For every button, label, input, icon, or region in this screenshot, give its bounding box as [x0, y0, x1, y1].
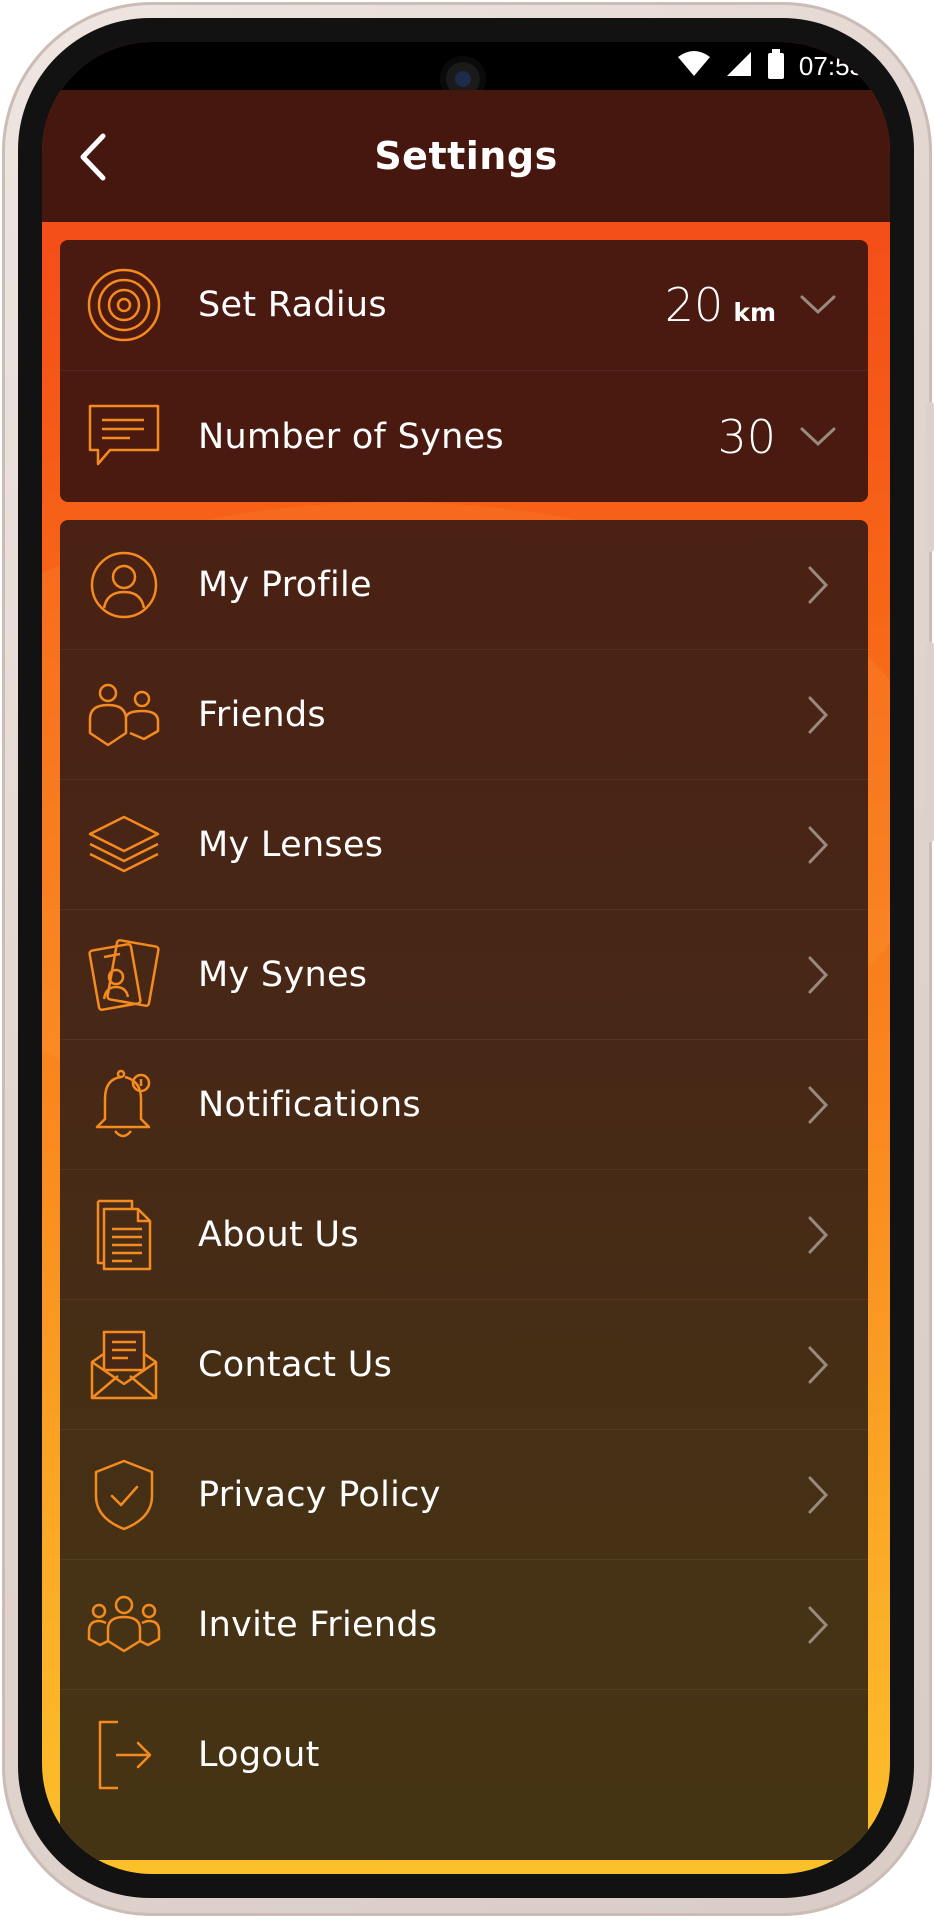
chevron-right-icon	[798, 1085, 838, 1125]
menu-item-logout[interactable]: Logout	[60, 1690, 868, 1820]
chevron-right-icon	[798, 825, 838, 865]
battery-icon	[767, 49, 785, 83]
shield-check-icon	[86, 1457, 162, 1533]
cell-signal-icon	[725, 50, 753, 82]
menu-item-friends[interactable]: Friends	[60, 650, 868, 780]
mail-icon	[86, 1327, 162, 1403]
radius-unit: km	[733, 298, 776, 327]
page-title: Settings	[374, 134, 558, 178]
menu-card: My Profile Friends My Lenses My Synes No…	[60, 520, 868, 1860]
set-radius-row[interactable]: Set Radius 20 km	[60, 240, 868, 371]
menu-item-label: About Us	[198, 1214, 359, 1255]
menu-item-privacy-policy[interactable]: Privacy Policy	[60, 1430, 868, 1560]
document-icon	[86, 1197, 162, 1273]
radius-target-icon	[86, 267, 162, 343]
layers-icon	[86, 807, 162, 883]
menu-item-label: Invite Friends	[198, 1604, 438, 1645]
menu-item-label: Notifications	[198, 1084, 421, 1125]
menu-item-invite-friends[interactable]: Invite Friends	[60, 1560, 868, 1690]
menu-item-contact-us[interactable]: Contact Us	[60, 1300, 868, 1430]
synes-number: 30	[717, 409, 776, 464]
chevron-right-icon	[798, 1345, 838, 1385]
status-time: 07:53	[798, 50, 864, 81]
menu-item-my-profile[interactable]: My Profile	[60, 520, 868, 650]
number-of-synes-label: Number of Synes	[198, 416, 504, 457]
screen: 07:53 Settings Set Radius 20 km Number o…	[42, 42, 890, 1874]
radius-value: 20 km	[665, 278, 776, 332]
volume-button	[926, 402, 934, 552]
synes-value: 30	[717, 410, 776, 464]
chevron-right-icon	[798, 955, 838, 995]
quick-settings-card: Set Radius 20 km Number of Synes 30	[60, 240, 868, 502]
menu-item-label: Friends	[198, 694, 326, 735]
user-icon	[86, 547, 162, 623]
chat-bubble-icon	[86, 399, 162, 475]
menu-item-label: My Lenses	[198, 824, 384, 865]
menu-item-label: Contact Us	[198, 1344, 393, 1385]
cards-icon	[86, 937, 162, 1013]
menu-item-label: My Synes	[198, 954, 368, 995]
menu-item-label: Logout	[198, 1735, 320, 1775]
chevron-right-icon	[798, 565, 838, 605]
number-of-synes-row[interactable]: Number of Synes 30	[60, 371, 868, 502]
chevron-right-icon	[798, 1605, 838, 1645]
radius-number: 20	[664, 278, 724, 332]
chevron-down-icon[interactable]	[798, 417, 838, 457]
bell-icon	[86, 1067, 162, 1143]
chevron-down-icon[interactable]	[798, 285, 838, 325]
invite-group-icon	[86, 1587, 162, 1663]
menu-item-label: My Profile	[198, 564, 372, 605]
set-radius-label: Set Radius	[198, 285, 387, 325]
chevron-right-icon	[798, 1215, 838, 1255]
friends-icon	[86, 677, 162, 753]
app-header: Settings	[42, 90, 890, 222]
menu-item-my-synes[interactable]: My Synes	[60, 910, 868, 1040]
power-button	[926, 642, 934, 842]
menu-item-label: Privacy Policy	[198, 1474, 441, 1515]
menu-item-notifications[interactable]: Notifications	[60, 1040, 868, 1170]
logout-icon	[86, 1717, 162, 1793]
wifi-icon	[677, 50, 711, 82]
menu-item-about-us[interactable]: About Us	[60, 1170, 868, 1300]
chevron-right-icon	[798, 695, 838, 735]
menu-item-my-lenses[interactable]: My Lenses	[60, 780, 868, 910]
chevron-right-icon	[798, 1475, 838, 1515]
